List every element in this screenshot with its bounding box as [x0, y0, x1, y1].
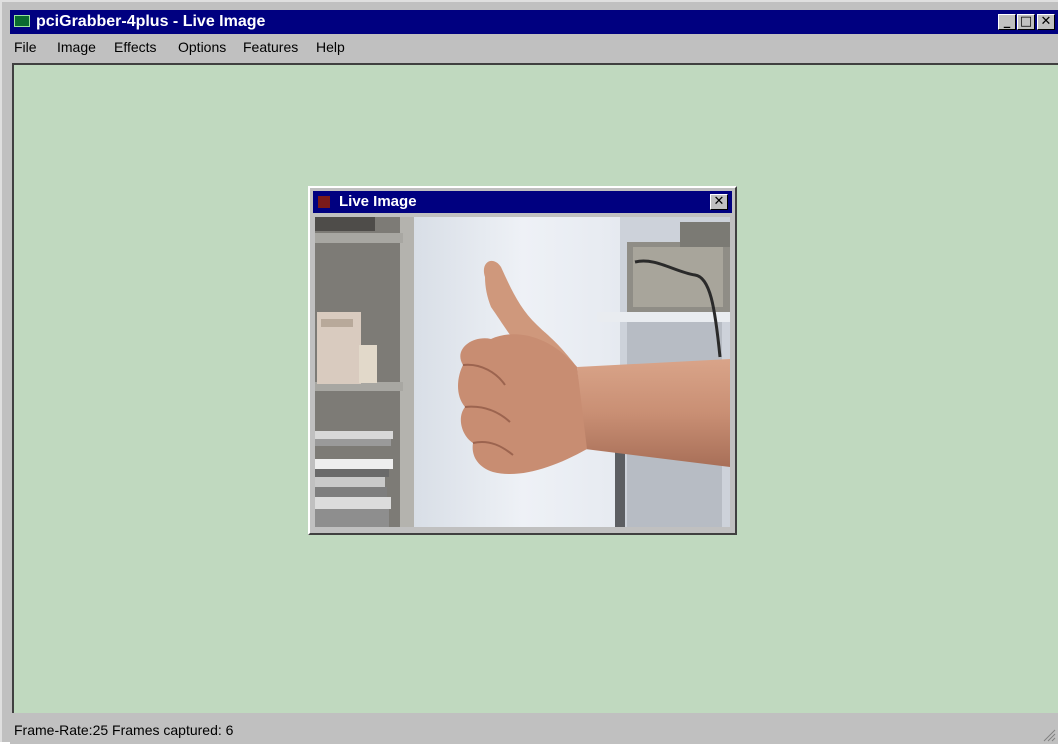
grabber-icon	[318, 196, 330, 208]
minimize-button[interactable]: _	[998, 14, 1016, 30]
menu-effects[interactable]: Effects	[114, 35, 157, 59]
menu-image[interactable]: Image	[57, 35, 96, 59]
menu-features[interactable]: Features	[243, 35, 298, 59]
menu-bar: File Image Effects Options Features Help	[10, 35, 1058, 59]
menu-file[interactable]: File	[14, 35, 37, 59]
application-window: pciGrabber-4plus - Live Image _ □ ✕ File…	[0, 0, 1058, 744]
menu-options[interactable]: Options	[178, 35, 226, 59]
app-icon[interactable]	[14, 15, 30, 27]
menu-help[interactable]: Help	[316, 35, 345, 59]
live-video-frame	[315, 217, 730, 527]
live-image-close-button[interactable]: ✕	[710, 194, 728, 210]
live-image-title-bar[interactable]: Live Image ✕	[313, 191, 732, 213]
live-image-title: Live Image	[339, 193, 417, 210]
title-bar[interactable]: pciGrabber-4plus - Live Image _ □ ✕	[10, 10, 1058, 34]
window-title: pciGrabber-4plus - Live Image	[36, 13, 266, 30]
resize-grip-icon[interactable]	[1042, 728, 1056, 742]
live-image-window[interactable]: Live Image ✕	[308, 186, 737, 535]
close-button[interactable]: ✕	[1037, 14, 1055, 30]
status-bar: Frame-Rate:25 Frames captured: 6	[10, 716, 1058, 744]
live-camera-image	[315, 217, 730, 527]
maximize-button[interactable]: □	[1017, 14, 1035, 30]
status-text: Frame-Rate:25 Frames captured: 6	[14, 722, 234, 738]
